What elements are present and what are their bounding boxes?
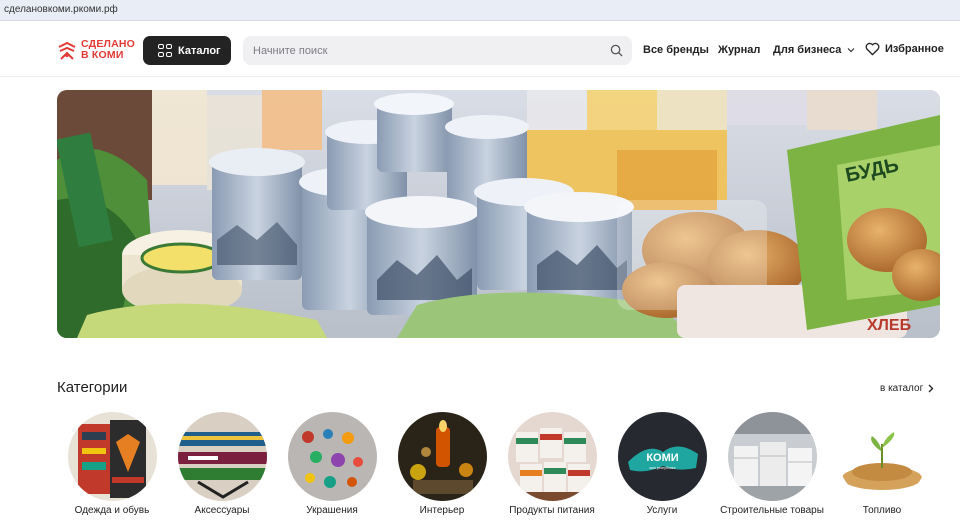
category-building-image xyxy=(728,412,817,501)
category-accessories-image xyxy=(178,412,267,501)
banner-image: ХЛЕБ БУДЬ xyxy=(57,90,940,338)
category-label: Топливо xyxy=(862,505,902,516)
komi-badge-text: КОМИ xyxy=(646,452,678,464)
category-clothing[interactable]: Одежда и обувь xyxy=(57,411,167,522)
categories-title: Категории xyxy=(57,379,128,396)
catalog-button-label: Каталог xyxy=(178,44,221,57)
category-fuel[interactable]: Топливо xyxy=(827,411,937,522)
catalog-button[interactable]: Каталог xyxy=(143,36,231,65)
category-interior[interactable]: Интерьер xyxy=(387,411,497,522)
chevron-right-icon xyxy=(928,384,934,393)
category-label: Украшения xyxy=(306,505,358,516)
category-label: Услуги xyxy=(646,505,678,516)
category-clothing-image xyxy=(68,412,157,501)
category-services-image: КОМИ моя республика xyxy=(618,412,707,501)
nav-favorites-label: Избранное xyxy=(885,43,944,55)
category-food-image xyxy=(508,412,597,501)
category-services[interactable]: КОМИ моя республика Услуги xyxy=(607,411,717,522)
nav-for-business[interactable]: Для бизнеса xyxy=(773,44,855,56)
nav-favorites[interactable]: Избранное xyxy=(865,42,944,56)
category-label: Строительные товары xyxy=(720,505,824,516)
category-label: Интерьер xyxy=(419,505,465,516)
search-box xyxy=(243,36,632,65)
nav-for-business-label: Для бизнеса xyxy=(773,44,842,56)
logo[interactable]: СДЕЛАНО В КОМИ xyxy=(57,39,135,63)
category-label: Аксессуары xyxy=(194,505,250,516)
to-catalog-label: в каталог xyxy=(880,383,924,394)
site-header: СДЕЛАНО В КОМИ Каталог Все бренды Журнал… xyxy=(0,21,960,77)
category-jewelry-image xyxy=(288,412,377,501)
url-text: сделановкоми.ркоми.рф xyxy=(4,4,118,15)
category-accessories[interactable]: Аксессуары xyxy=(167,411,277,522)
nav-all-brands[interactable]: Все бренды xyxy=(643,44,709,56)
grid-icon xyxy=(158,43,172,58)
heart-icon xyxy=(865,42,880,56)
category-jewelry[interactable]: Украшения xyxy=(277,411,387,522)
category-label: Продукты питания xyxy=(509,505,595,516)
search-input[interactable] xyxy=(243,36,632,65)
hero-banner[interactable]: ХЛЕБ БУДЬ xyxy=(57,90,940,338)
logo-mark-icon xyxy=(58,41,76,60)
komi-badge-sub: моя республика xyxy=(650,466,676,470)
logo-line-2: В КОМИ xyxy=(81,49,124,61)
chevron-down-icon xyxy=(847,48,855,53)
category-building[interactable]: Строительные товары xyxy=(717,411,827,522)
nav-journal[interactable]: Журнал xyxy=(718,44,760,56)
category-interior-image xyxy=(398,412,487,501)
browser-address-bar[interactable]: сделановкоми.ркоми.рф xyxy=(0,0,960,21)
category-fuel-image xyxy=(838,412,927,501)
banner-bread-label: ХЛЕБ xyxy=(867,317,911,334)
to-catalog-link[interactable]: в каталог xyxy=(880,383,934,394)
categories-list: Одежда и обувь Аксессуары Украшения Инте… xyxy=(57,411,940,522)
search-icon[interactable] xyxy=(610,44,623,57)
category-label: Одежда и обувь xyxy=(74,505,150,516)
category-food[interactable]: Продукты питания xyxy=(497,411,607,522)
logo-text: СДЕЛАНО В КОМИ xyxy=(81,39,135,61)
